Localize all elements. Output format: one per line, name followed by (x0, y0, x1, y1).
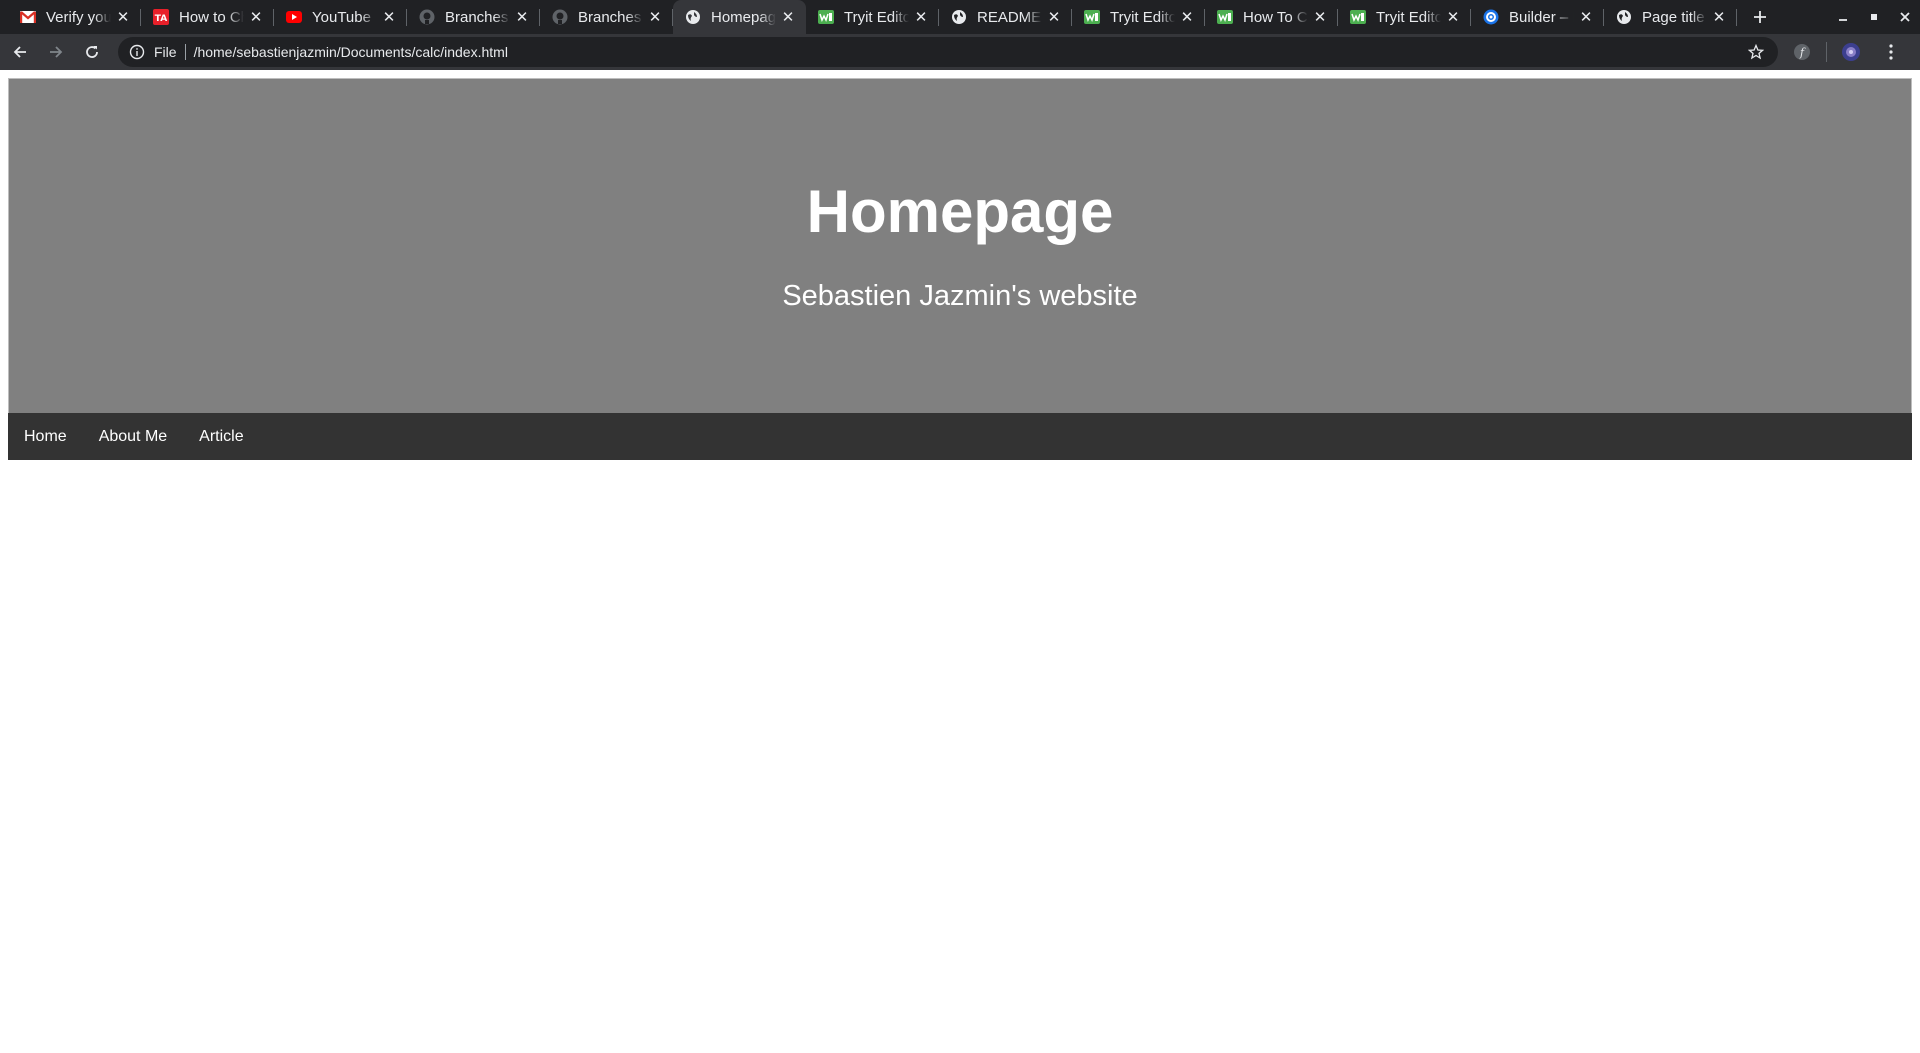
arrow-right-icon (50, 46, 63, 58)
tab-title: Page title (1642, 8, 1705, 26)
tab-close-icon[interactable]: ✕ (115, 9, 131, 25)
hero-header: Homepage Sebastien Jazmin's website (8, 78, 1912, 413)
window-controls (1827, 0, 1920, 34)
tab-title: How to Ch (179, 8, 244, 26)
tab-close-icon[interactable]: ✕ (913, 9, 929, 25)
tab-title: Homepage (711, 8, 776, 26)
site-navbar: Home About Me Article (8, 413, 1912, 460)
close-window-button[interactable] (1889, 0, 1920, 34)
globe-icon (1616, 9, 1632, 25)
tab-page-title[interactable]: Page title ✕ (1604, 0, 1737, 34)
browser-toolbar: File /home/sebastienjazmin/Documents/cal… (0, 34, 1920, 70)
tab-readme[interactable]: README. ✕ (939, 0, 1072, 34)
tab-homepage[interactable]: Homepage ✕ (673, 0, 806, 34)
tab-title: Tryit Edito (844, 8, 909, 26)
profile-avatar[interactable] (1835, 36, 1867, 68)
url-separator (184, 44, 186, 60)
w3schools-icon (818, 9, 834, 25)
new-tab-button[interactable] (1743, 0, 1777, 34)
kebab-menu-icon (1889, 44, 1893, 60)
close-icon (1899, 12, 1910, 22)
tab-close-icon[interactable]: ✕ (780, 9, 796, 25)
tab-close-icon[interactable]: ✕ (1445, 9, 1461, 25)
avatar-icon (1842, 43, 1860, 61)
tab-close-icon[interactable]: ✕ (1179, 9, 1195, 25)
tab-close-icon[interactable]: ✕ (1046, 9, 1062, 25)
tab-close-icon[interactable]: ✕ (1578, 9, 1594, 25)
page-viewport: Homepage Sebastien Jazmin's website Home… (0, 70, 1920, 1053)
tab-close-icon[interactable]: ✕ (1711, 9, 1727, 25)
tab-how-to-ch[interactable]: TA How to Ch ✕ (141, 0, 274, 34)
tab-title: Branches (445, 8, 509, 26)
tab-verify-your[interactable]: Verify your ✕ (8, 0, 141, 34)
plus-icon (1754, 11, 1766, 23)
back-button[interactable] (4, 36, 36, 68)
tab-title: How To Cr (1243, 8, 1308, 26)
tab-title: YouTube (312, 8, 371, 26)
tab-tryit-editor-1[interactable]: Tryit Edito ✕ (806, 0, 939, 34)
tab-close-icon[interactable]: ✕ (647, 9, 663, 25)
arrow-left-icon (13, 46, 26, 58)
minimize-icon (1838, 19, 1847, 21)
nav-link-article[interactable]: Article (183, 413, 259, 460)
w3schools-icon (1217, 9, 1233, 25)
url-scheme-label: File (154, 44, 177, 60)
extension-button[interactable]: f (1786, 36, 1818, 68)
nav-link-home[interactable]: Home (8, 413, 83, 460)
tab-close-icon[interactable]: ✕ (381, 9, 397, 25)
tab-tryit-editor-2[interactable]: Tryit Edito ✕ (1072, 0, 1205, 34)
github-icon (552, 9, 568, 25)
minimize-button[interactable] (1827, 0, 1858, 34)
page-subtitle: Sebastien Jazmin's website (782, 280, 1138, 312)
tab-title: Tryit Edito (1376, 8, 1441, 26)
maximize-icon (1870, 14, 1877, 20)
reload-icon (86, 46, 98, 58)
url-text[interactable]: /home/sebastienjazmin/Documents/calc/ind… (194, 44, 508, 60)
tab-title: Tryit Edito (1110, 8, 1175, 26)
youtube-icon (286, 9, 302, 25)
tab-tryit-editor-3[interactable]: Tryit Edito ✕ (1338, 0, 1471, 34)
github-icon (419, 9, 435, 25)
bookmark-star-icon[interactable] (1746, 42, 1766, 62)
nav-link-about-me[interactable]: About Me (83, 413, 183, 460)
tab-close-icon[interactable]: ✕ (248, 9, 264, 25)
tab-title: Verify your (46, 8, 111, 26)
extension-icon: f (1794, 44, 1810, 60)
tab-title: Builder – I (1509, 8, 1574, 26)
tab-title: Branches (578, 8, 642, 26)
address-bar[interactable]: File /home/sebastienjazmin/Documents/cal… (118, 37, 1778, 67)
tab-youtube[interactable]: YouTube ✕ (274, 0, 407, 34)
page-content: Homepage Sebastien Jazmin's website Home… (8, 78, 1912, 460)
globe-icon (951, 9, 967, 25)
globe-icon (685, 9, 701, 25)
w3schools-icon (1084, 9, 1100, 25)
tab-close-icon[interactable]: ✕ (514, 9, 530, 25)
toolbar-divider (1826, 42, 1827, 62)
tab-list: Verify your ✕ TA How to Ch ✕ YouTube ✕ B… (0, 0, 1737, 34)
gear-icon (1483, 9, 1499, 25)
info-icon[interactable] (128, 43, 146, 61)
menu-button[interactable] (1875, 36, 1907, 68)
tab-how-to-cr[interactable]: How To Cr ✕ (1205, 0, 1338, 34)
page-title: Homepage (806, 178, 1114, 245)
tab-title: README. (977, 8, 1042, 26)
svg-text:TA: TA (155, 14, 167, 24)
forward-button[interactable] (40, 36, 72, 68)
tab-strip: Verify your ✕ TA How to Ch ✕ YouTube ✕ B… (0, 0, 1920, 34)
tab-builder[interactable]: Builder – I ✕ (1471, 0, 1604, 34)
w3schools-icon (1350, 9, 1366, 25)
gmail-icon (20, 9, 36, 25)
ta-icon: TA (153, 9, 169, 25)
tab-branches-2[interactable]: Branches ✕ (540, 0, 673, 34)
maximize-button[interactable] (1858, 0, 1889, 34)
tab-branches-1[interactable]: Branches ✕ (407, 0, 540, 34)
reload-button[interactable] (76, 36, 108, 68)
tab-close-icon[interactable]: ✕ (1312, 9, 1328, 25)
